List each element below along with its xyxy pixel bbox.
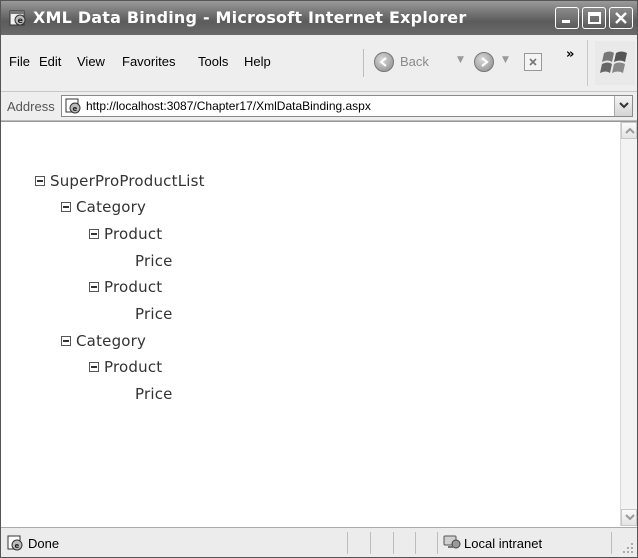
menu-help[interactable]: Help [244, 54, 271, 69]
menu-tools[interactable]: Tools [198, 54, 228, 69]
scroll-down-button[interactable] [621, 509, 637, 526]
toolbar-separator [363, 49, 364, 77]
status-separator [393, 532, 394, 554]
menu-view[interactable]: View [77, 54, 105, 69]
scroll-up-button[interactable] [621, 122, 637, 139]
menu-file[interactable]: File [9, 54, 30, 69]
window-title: XML Data Binding - Microsoft Internet Ex… [33, 8, 467, 27]
tree-node-label: Product [104, 278, 163, 296]
ie-page-icon: e [9, 10, 26, 26]
address-bar: Address e http://localhost:3087/Chapter1… [1, 92, 637, 121]
minimize-button[interactable] [555, 7, 579, 29]
back-label: Back [400, 54, 429, 69]
address-label: Address [7, 99, 55, 114]
collapse-icon[interactable] [89, 282, 99, 292]
maximize-icon [588, 12, 601, 24]
toolbar-overflow-chevron-icon[interactable]: » [566, 47, 574, 62]
collapse-icon[interactable] [35, 176, 45, 186]
collapse-icon[interactable] [89, 229, 99, 239]
forward-arrow-icon[interactable] [474, 52, 494, 72]
local-intranet-icon [443, 535, 461, 549]
close-button[interactable] [609, 7, 633, 29]
ie-page-icon: e [7, 535, 23, 551]
collapse-icon[interactable] [89, 362, 99, 372]
resize-grip-icon[interactable] [622, 542, 634, 554]
status-text: Done [28, 536, 60, 551]
status-separator [415, 532, 416, 554]
back-arrow-icon [374, 52, 394, 72]
chevron-down-icon [619, 102, 629, 109]
security-zone-label: Local intranet [464, 536, 543, 551]
forward-dropdown-icon[interactable]: ▼ [502, 55, 509, 65]
tree-node-label: Product [104, 225, 163, 243]
address-dropdown-button[interactable] [614, 96, 632, 116]
vertical-scrollbar[interactable] [620, 122, 637, 526]
status-separator [611, 532, 612, 554]
svg-text:e: e [15, 542, 20, 550]
collapse-icon[interactable] [61, 336, 71, 346]
tree-leaf-label: Price [135, 305, 173, 323]
browser-window: e XML Data Binding - Microsoft Internet … [0, 0, 638, 558]
windows-logo-icon [595, 41, 635, 85]
title-bar[interactable]: e XML Data Binding - Microsoft Internet … [1, 1, 637, 35]
menu-edit[interactable]: Edit [39, 54, 61, 69]
tree-leaf-label: Price [135, 385, 173, 403]
status-separator [437, 532, 438, 554]
stop-icon[interactable] [524, 53, 542, 71]
tree-node-label: Category [76, 332, 147, 350]
page-content: SuperProProductList Category Product Pri… [1, 121, 637, 527]
minimize-icon [562, 20, 570, 23]
maximize-button[interactable] [582, 7, 606, 29]
chevron-down-icon [625, 514, 635, 521]
chevron-up-icon [625, 127, 635, 134]
logo-separator [587, 40, 588, 86]
back-dropdown-icon[interactable]: ▼ [457, 55, 464, 65]
status-separator [347, 532, 348, 554]
svg-text:e: e [18, 16, 24, 25]
close-icon [615, 12, 627, 24]
svg-text:e: e [73, 105, 78, 113]
tree-node-label: Category [76, 198, 147, 216]
menu-toolbar: File Edit View Favorites Tools Help Back… [1, 35, 637, 92]
collapse-icon[interactable] [61, 202, 71, 212]
address-input[interactable]: e http://localhost:3087/Chapter17/XmlDat… [61, 95, 633, 117]
status-bar: e Done Local intranet [1, 527, 637, 557]
address-url: http://localhost:3087/Chapter17/XmlDataB… [86, 99, 371, 113]
tree-node-label: Product [104, 358, 163, 376]
ie-page-icon: e [65, 98, 81, 114]
status-separator [370, 532, 371, 554]
tree-node-label: SuperProProductList [50, 172, 205, 190]
menu-favorites[interactable]: Favorites [122, 54, 175, 69]
tree-leaf-label: Price [135, 252, 173, 270]
